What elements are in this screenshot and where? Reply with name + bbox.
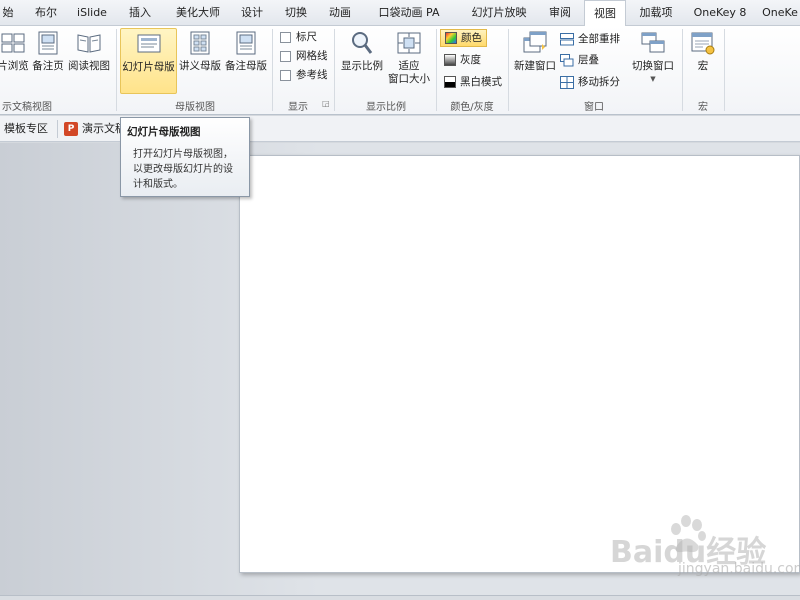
tab-home[interactable]: 始 [0, 0, 16, 26]
notes-master-icon [236, 31, 256, 55]
group-label-presentation-views: 示文稿视图 [2, 102, 52, 113]
switch-window-icon [641, 32, 665, 53]
zoom-button[interactable]: 显示比例 [338, 28, 386, 94]
slide-master-tooltip: 幻灯片母版视图 打开幻灯片母版视图， 以更改母版幻灯片的设 计和版式。 [120, 117, 250, 197]
slide-sorter-button[interactable]: 片浏览 [0, 28, 30, 94]
move-split-button[interactable]: 移动拆分 [560, 72, 620, 92]
reading-view-icon [77, 34, 101, 53]
tab-beautify-master[interactable]: 美化大师 [168, 0, 228, 26]
tab-review[interactable]: 审阅 [542, 0, 578, 26]
group-separator [436, 29, 437, 111]
group-label-zoom: 显示比例 [366, 102, 406, 113]
magnifier-icon [352, 32, 373, 54]
grayscale-button[interactable]: 灰度 [444, 50, 481, 70]
arrange-all-icon [560, 32, 574, 45]
slide-master-button[interactable]: 幻灯片母版 [120, 28, 177, 94]
gridlines-checkbox[interactable]: 网格线 [280, 46, 328, 66]
group-label-color: 颜色/灰度 [450, 102, 494, 113]
ribbon-tab-bar: 始 布尔 iSlide 插入 美化大师 设计 切换 动画 口袋动画 PA 幻灯片… [0, 0, 800, 27]
group-label-show: 显示 [288, 102, 308, 113]
guides-checkbox[interactable]: 参考线 [280, 65, 328, 85]
group-separator [334, 29, 335, 111]
powerpoint-icon: P [64, 122, 78, 136]
tab-onekey8[interactable]: OneKey 8 [688, 0, 752, 26]
checkbox-box[interactable] [280, 31, 291, 43]
arrange-all-button[interactable]: 全部重排 [560, 29, 620, 49]
group-separator [272, 29, 273, 111]
macros-icon [691, 32, 715, 55]
tab-islide[interactable]: iSlide [72, 0, 112, 26]
black-white-swatch-icon [444, 76, 456, 88]
group-label-window: 窗口 [584, 102, 604, 113]
ribbon-view-panel: 片浏览 备注页 阅读视图 示文稿视图 幻灯片母版 讲义母版 备注母版 母版视图 … [0, 26, 800, 115]
watermark-url: jingyan.baidu.com [678, 561, 800, 577]
cascade-button[interactable]: 层叠 [560, 50, 599, 70]
tooltip-body-line: 打开幻灯片母版视图， [133, 149, 233, 160]
grayscale-swatch-icon [444, 54, 456, 66]
tab-onekey-more[interactable]: OneKe [760, 0, 800, 26]
group-separator [116, 29, 117, 111]
baidu-watermark: Baidu经验 jingyan.baidu.com [610, 515, 800, 585]
fit-window-button[interactable]: 适应 窗口大小 [386, 28, 432, 94]
checkbox-box[interactable] [280, 69, 291, 81]
tab-transitions[interactable]: 切换 [278, 0, 314, 26]
color-swatch-icon [445, 32, 457, 44]
tooltip-title: 幻灯片母版视图 [127, 126, 201, 138]
slide-canvas[interactable] [239, 155, 800, 573]
color-button[interactable]: 颜色 [440, 29, 487, 47]
tab-insert[interactable]: 插入 [122, 0, 158, 26]
notes-master-button[interactable]: 备注母版 [223, 28, 269, 94]
tab-design[interactable]: 设计 [234, 0, 270, 26]
tooltip-body-line: 以更改母版幻灯片的设 [133, 164, 233, 175]
black-white-button[interactable]: 黑白模式 [444, 72, 502, 92]
tab-view[interactable]: 视图 [584, 0, 626, 27]
handout-master-icon [190, 31, 210, 55]
new-window-icon [523, 31, 547, 53]
status-bar [0, 595, 800, 600]
checkbox-box[interactable] [280, 50, 291, 62]
slide-sorter-icon [1, 33, 25, 53]
group-separator [682, 29, 683, 111]
new-window-button[interactable]: 新建窗口 [512, 28, 558, 94]
group-separator [724, 29, 725, 111]
tab-divider [57, 120, 58, 138]
notes-page-button[interactable]: 备注页 [30, 28, 66, 94]
move-split-icon [560, 75, 574, 89]
group-label-macros: 宏 [698, 102, 708, 113]
cascade-icon [560, 53, 574, 66]
slide-master-icon [137, 34, 160, 53]
presentation-doc-tab[interactable]: P 演示文稿 [64, 119, 126, 139]
notes-page-icon [38, 31, 58, 55]
fit-window-icon [397, 32, 421, 54]
tab-pocket-animation[interactable]: 口袋动画 PA [374, 0, 444, 26]
switch-window-button[interactable]: 切换窗口 ▼ [628, 28, 678, 94]
tab-slide-show[interactable]: 幻灯片放映 [466, 0, 532, 26]
template-zone-tab[interactable]: 模板专区 [4, 119, 48, 139]
tab-animations[interactable]: 动画 [322, 0, 358, 26]
ruler-checkbox[interactable]: 标尺 [280, 27, 317, 47]
dialog-launcher-icon[interactable]: ◲ [322, 99, 330, 108]
group-label-master-views: 母版视图 [175, 102, 215, 113]
tab-addins[interactable]: 加载项 [634, 0, 678, 26]
dropdown-arrow-icon[interactable]: ▼ [628, 73, 678, 86]
macros-button[interactable]: 宏 [686, 28, 720, 94]
group-separator [508, 29, 509, 111]
handout-master-button[interactable]: 讲义母版 [178, 28, 222, 94]
tab-boolean[interactable]: 布尔 [28, 0, 64, 26]
reading-view-button[interactable]: 阅读视图 [66, 28, 112, 94]
tooltip-body-line: 计和版式。 [133, 179, 183, 190]
